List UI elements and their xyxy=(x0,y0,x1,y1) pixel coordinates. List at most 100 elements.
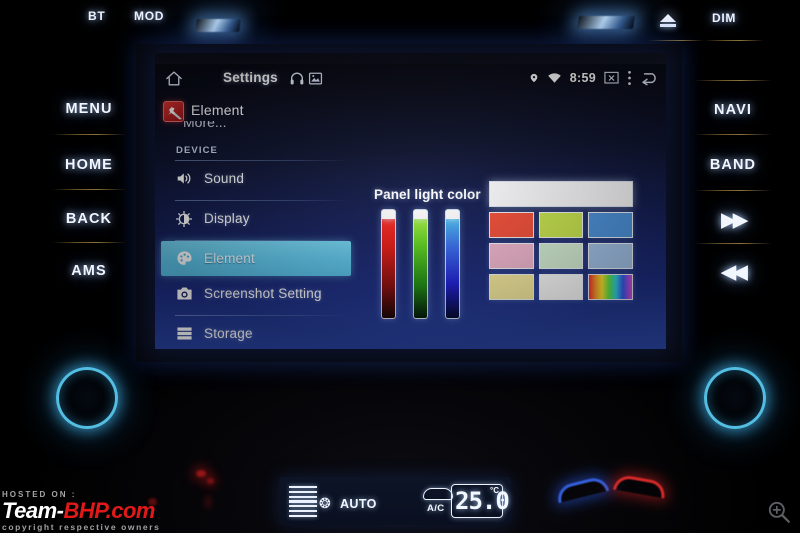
system-status-bar-ghost xyxy=(155,53,666,64)
next-track-icon: ▶▶ xyxy=(721,209,747,231)
color-swatch[interactable] xyxy=(489,243,534,269)
back-button[interactable]: BACK xyxy=(46,197,132,241)
more-label: More... xyxy=(183,121,227,130)
button-seam xyxy=(704,40,764,41)
back-arrow-icon[interactable] xyxy=(640,71,660,86)
app-header: Settings 8:59 xyxy=(155,64,666,96)
sidebar-item-label: Sound xyxy=(204,171,245,186)
storage-icon xyxy=(176,326,200,341)
eject-bar xyxy=(660,24,676,27)
sidebar-item-label: Storage xyxy=(204,326,253,341)
indicator-led xyxy=(205,495,211,509)
watermark-hosted-label: HOSTED ON : xyxy=(2,490,77,499)
watermark: HOSTED ON : Team-BHP.com copyright respe… xyxy=(2,490,202,532)
color-swatch[interactable] xyxy=(489,212,534,238)
speaker-icon xyxy=(176,171,200,186)
button-seam xyxy=(52,189,126,190)
blue-slider[interactable] xyxy=(445,209,460,319)
eject-icon[interactable] xyxy=(660,14,678,28)
bt-button[interactable]: BT xyxy=(88,9,105,23)
screenshot-icon[interactable] xyxy=(604,71,619,85)
indicator-led xyxy=(196,470,206,477)
overflow-menu-icon[interactable] xyxy=(627,70,632,86)
brightness-icon xyxy=(176,210,200,227)
next-track-button[interactable]: ▶▶ xyxy=(690,198,776,242)
zoom-in-icon[interactable] xyxy=(766,499,792,525)
sidebar-item-screenshot-setting[interactable]: Screenshot Setting xyxy=(161,276,351,311)
dim-button[interactable]: DIM xyxy=(712,11,736,25)
sidebar-item-display[interactable]: Display xyxy=(161,201,351,236)
fan-icon: ❂ xyxy=(319,495,331,511)
section-header-device: DEVICE xyxy=(176,145,218,156)
color-swatch[interactable] xyxy=(538,274,584,300)
climate-control-display: ❂ AUTO A/C 25.0 °C xyxy=(279,477,511,525)
color-preview-bar xyxy=(489,181,633,207)
button-seam xyxy=(694,190,772,191)
previous-track-button[interactable]: ◀◀ xyxy=(690,250,776,294)
app-name-label: Element xyxy=(191,102,244,118)
temperature-value: 25.0 xyxy=(455,487,510,515)
swatch-row xyxy=(489,274,635,300)
indicator-led xyxy=(207,478,214,484)
car-head-unit-photo: BT MOD DIM MENU HOME BACK AMS NAVI BAND … xyxy=(0,0,800,533)
button-seam xyxy=(648,40,704,41)
color-swatch[interactable] xyxy=(588,212,633,238)
color-swatch[interactable] xyxy=(538,212,584,238)
location-pin-icon xyxy=(530,73,538,83)
wifi-icon xyxy=(547,73,561,83)
gallery-icon[interactable] xyxy=(308,71,323,86)
sidebar-item-storage[interactable]: Storage xyxy=(161,316,351,349)
temperature-knob-hot-indicator xyxy=(613,473,667,499)
temperature-knob-cold-indicator xyxy=(554,474,610,504)
button-seam xyxy=(52,242,126,243)
temperature-unit: °C xyxy=(490,486,499,495)
red-slider[interactable] xyxy=(381,209,396,319)
button-seam xyxy=(694,243,772,244)
sidebar-item-label: Element xyxy=(204,251,255,266)
disc-slot-light-right xyxy=(576,16,636,29)
sidebar-item-sound[interactable]: Sound xyxy=(161,161,351,196)
color-swatch[interactable] xyxy=(538,243,584,269)
color-swatch-rainbow[interactable] xyxy=(588,274,633,300)
status-time: 8:59 xyxy=(569,71,596,85)
camera-icon xyxy=(176,286,200,301)
temperature-box: 25.0 °C xyxy=(451,484,510,518)
button-seam xyxy=(52,134,126,135)
green-slider-thumb[interactable] xyxy=(414,210,427,219)
ac-label: A/C xyxy=(427,503,445,514)
navi-button[interactable]: NAVI xyxy=(690,88,776,132)
rgb-sliders xyxy=(381,209,460,319)
more-row[interactable]: More... xyxy=(183,121,383,133)
blue-slider-thumb[interactable] xyxy=(446,210,459,219)
head-unit-screen[interactable]: Settings 8:59 Element More... DEVICE Sou… xyxy=(155,53,666,349)
sidebar-item-label: Display xyxy=(204,211,250,226)
red-slider-thumb[interactable] xyxy=(382,210,395,219)
band-button[interactable]: BAND xyxy=(690,143,776,187)
panel-light-color-title: Panel light color xyxy=(374,187,481,202)
green-slider[interactable] xyxy=(413,209,428,319)
swatch-row xyxy=(489,243,635,269)
headphone-icon[interactable] xyxy=(289,70,305,87)
tune-knob[interactable] xyxy=(704,367,766,429)
home-icon[interactable] xyxy=(164,69,184,88)
mod-button[interactable]: MOD xyxy=(134,9,164,23)
status-bar: 8:59 xyxy=(529,70,660,86)
wrench-tools-icon xyxy=(163,101,184,122)
disc-slot-light-left xyxy=(195,19,241,32)
home-button[interactable]: HOME xyxy=(46,143,132,187)
button-seam xyxy=(694,80,772,81)
ams-button[interactable]: AMS xyxy=(46,249,132,293)
sidebar-item-element[interactable]: Element xyxy=(161,241,351,276)
menu-button[interactable]: MENU xyxy=(46,87,132,131)
fan-speed-bars xyxy=(289,486,317,517)
previous-track-icon: ◀◀ xyxy=(721,261,747,283)
color-swatch[interactable] xyxy=(489,274,534,300)
palette-icon xyxy=(176,250,200,267)
volume-knob[interactable] xyxy=(56,367,118,429)
auto-label: AUTO xyxy=(340,497,377,511)
color-swatch[interactable] xyxy=(588,243,633,269)
watermark-brand-white: Team- xyxy=(2,498,64,523)
car-recirculation-icon xyxy=(423,488,453,500)
device-section: DEVICE Sound Display Element Screenshot … xyxy=(161,145,351,349)
page-title: Settings xyxy=(223,70,278,85)
